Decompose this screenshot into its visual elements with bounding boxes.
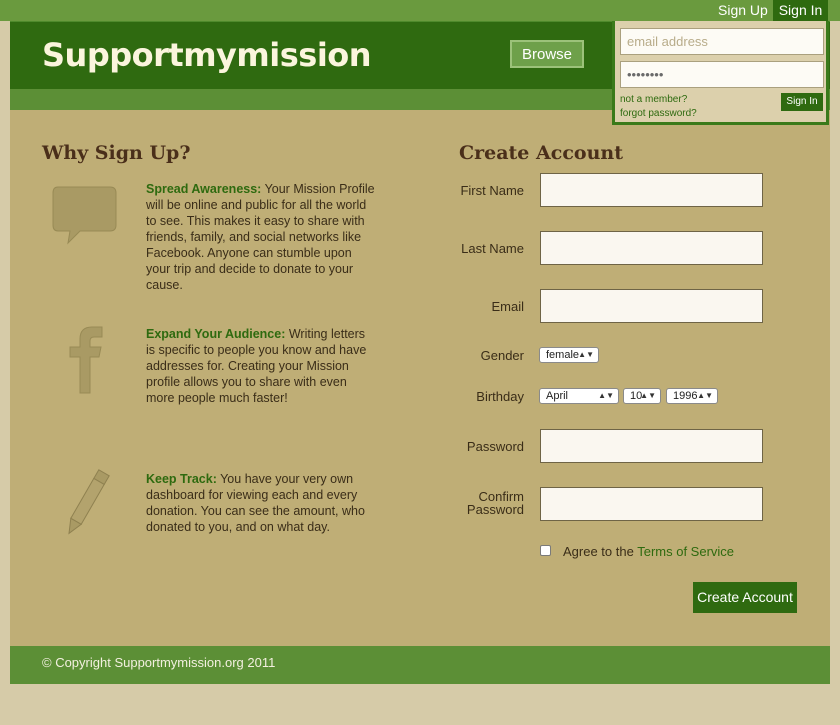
feature-keep-track: Keep Track: You have your very own dashb… [146,471,376,535]
birth-month-value: April [546,390,569,402]
email-input[interactable] [540,289,763,323]
last-name-label: Last Name [461,241,524,256]
confirm-password-input[interactable] [540,487,763,521]
birth-day-select[interactable]: 10 ▲▼ [623,388,661,404]
footer: © Copyright Supportmymission.org 2011 [10,646,830,684]
gender-label: Gender [480,348,524,363]
create-account-heading: Create Account [459,142,623,164]
terms-of-service-link[interactable]: Terms of Service [637,544,734,559]
browse-button[interactable]: Browse [510,40,584,68]
feature-spread-awareness: Spread Awareness: Your Mission Profile w… [146,181,376,293]
login-signin-button[interactable]: Sign In [781,93,823,111]
first-name-label: First Name [460,183,524,198]
copyright-text: © Copyright Supportmymission.org 2011 [42,655,276,670]
password-input[interactable] [540,429,763,463]
gender-value: female [546,349,580,361]
forgot-password-link[interactable]: forgot password? [620,108,697,119]
birth-year-value: 1996 [673,390,698,402]
terms-checkbox[interactable] [540,545,551,556]
not-member-link[interactable]: not a member? [620,94,687,105]
facebook-icon [69,326,103,394]
birthday-label: Birthday [476,389,524,404]
email-label: Email [491,299,524,314]
select-arrows-icon: ▲▼ [697,391,713,400]
login-email-input[interactable] [620,28,824,55]
feature-expand-audience: Expand Your Audience: Writing letters is… [146,326,376,406]
last-name-input[interactable] [540,231,763,265]
top-bar: Sign Up Sign In [0,0,840,21]
signup-link[interactable]: Sign Up [718,0,768,21]
agree-label: Agree to the [563,544,638,559]
speech-bubble-icon [52,186,117,245]
create-account-button[interactable]: Create Account [693,582,797,613]
birth-year-select[interactable]: 1996 ▲▼ [666,388,718,404]
login-dropdown: not a member? forgot password? Sign In [612,21,829,125]
login-password-input[interactable] [620,61,824,88]
feature-title: Expand Your Audience: [146,327,286,341]
password-label: Password [466,439,524,454]
why-signup-heading: Why Sign Up? [42,142,191,164]
feature-title: Spread Awareness: [146,182,262,196]
first-name-input[interactable] [540,173,763,207]
select-arrows-icon: ▲▼ [640,391,656,400]
confirm-label-line2: Password [466,502,524,517]
select-arrows-icon: ▲▼ [598,391,614,400]
pencil-icon [68,469,110,535]
gender-select[interactable]: female ▲▼ [539,347,599,363]
agree-text: Agree to the Terms of Service [563,544,734,559]
feature-text: Your Mission Profile will be online and … [146,182,375,292]
confirm-password-label: Confirm Password [410,490,524,516]
select-arrows-icon: ▲▼ [578,350,594,359]
feature-title: Keep Track: [146,472,217,486]
birth-month-select[interactable]: April ▲▼ [539,388,619,404]
signin-tab[interactable]: Sign In [773,0,828,21]
site-logo[interactable]: Supportmymission [42,36,372,74]
